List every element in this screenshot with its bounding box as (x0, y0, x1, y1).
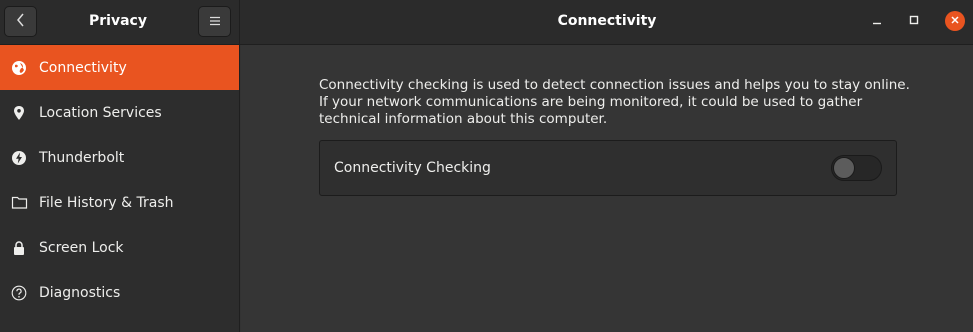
minimize-button[interactable] (867, 11, 887, 31)
location-pin-icon (10, 104, 28, 122)
sidebar-item-connectivity[interactable]: Connectivity (0, 45, 239, 90)
description-line: technical information about this compute… (319, 111, 608, 127)
globe-icon (10, 59, 28, 77)
sidebar-header: Privacy (0, 0, 240, 45)
sidebar-item-file-history-trash[interactable]: File History & Trash (0, 180, 239, 225)
sidebar-item-label: Screen Lock (39, 239, 124, 256)
sidebar-item-thunderbolt[interactable]: Thunderbolt (0, 135, 239, 180)
sidebar-item-label: File History & Trash (39, 194, 174, 211)
sidebar-item-label: Connectivity (39, 59, 127, 76)
main-content: Connectivity checking is used to detect … (241, 45, 973, 332)
folder-icon (10, 194, 28, 212)
lock-icon (10, 239, 28, 257)
close-button[interactable] (945, 11, 965, 31)
sidebar-item-label: Location Services (39, 104, 162, 121)
sidebar: Connectivity Location Services Thunderbo… (0, 45, 240, 332)
description-text: Connectivity checking is used to detect … (319, 77, 910, 128)
thunderbolt-icon (10, 149, 28, 167)
sidebar-item-label: Diagnostics (39, 284, 121, 301)
sidebar-item-screen-lock[interactable]: Screen Lock (0, 225, 239, 270)
back-button[interactable] (4, 6, 37, 37)
menu-button[interactable] (198, 6, 231, 37)
connectivity-checking-label: Connectivity Checking (334, 160, 491, 176)
sidebar-item-location-services[interactable]: Location Services (0, 90, 239, 135)
minimize-icon (872, 13, 882, 29)
description-line: Connectivity checking is used to detect … (319, 77, 910, 93)
switch-knob (833, 157, 855, 179)
hamburger-menu-icon (209, 14, 221, 30)
maximize-button[interactable] (904, 11, 924, 31)
maximize-icon (909, 13, 919, 29)
help-icon (10, 284, 28, 302)
header-bar: Privacy Connectivity (0, 0, 973, 45)
connectivity-checking-row: Connectivity Checking (319, 140, 897, 196)
sidebar-item-diagnostics[interactable]: Diagnostics (0, 270, 239, 315)
page-title: Connectivity (557, 13, 657, 29)
description-line: If your network communications are being… (319, 94, 863, 110)
sidebar-item-label: Thunderbolt (39, 149, 125, 166)
chevron-left-icon (16, 12, 26, 32)
sidebar-title: Privacy (89, 13, 147, 29)
connectivity-checking-switch[interactable] (831, 155, 882, 181)
close-icon (950, 13, 960, 29)
